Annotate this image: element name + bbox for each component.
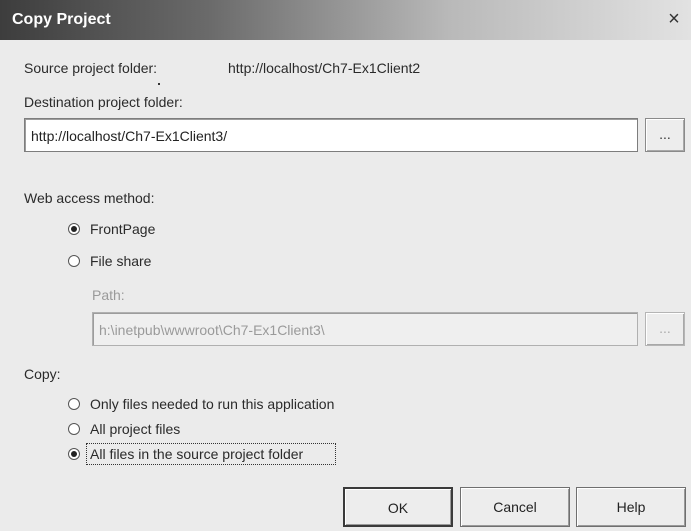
destination-folder-input[interactable]: http://localhost/Ch7-Ex1Client3/ — [24, 118, 638, 152]
file-share-radio[interactable] — [68, 255, 80, 267]
radio-selected-dot — [71, 226, 77, 232]
all-project-files-label[interactable]: All project files — [90, 421, 180, 437]
path-browse-button[interactable]: ... — [645, 312, 685, 346]
all-source-files-radio[interactable] — [68, 448, 80, 460]
path-input[interactable]: h:\inetpub\wwwroot\Ch7-Ex1Client3\ — [92, 312, 638, 346]
web-access-label: Web access method: — [24, 190, 155, 206]
only-needed-files-radio[interactable] — [68, 398, 80, 410]
cancel-button[interactable]: Cancel — [460, 487, 570, 527]
source-folder-value: http://localhost/Ch7-Ex1Client2 — [228, 60, 421, 76]
copy-project-dialog: Copy Project × Source project folder: ht… — [0, 0, 691, 531]
frontpage-radio[interactable] — [68, 223, 80, 235]
copy-label: Copy: — [24, 366, 61, 382]
destination-browse-button[interactable]: ... — [645, 118, 685, 152]
only-needed-files-label[interactable]: Only files needed to run this applicatio… — [90, 396, 334, 412]
dialog-title: Copy Project — [12, 11, 111, 28]
all-source-files-label[interactable]: All files in the source project folder — [90, 446, 303, 462]
destination-folder-label: Destination project folder: — [24, 94, 183, 110]
title-bar: Copy Project × — [0, 0, 691, 40]
close-icon[interactable]: × — [663, 8, 685, 30]
file-share-label[interactable]: File share — [90, 253, 151, 269]
frontpage-label[interactable]: FrontPage — [90, 221, 155, 237]
source-folder-label: Source project folder: — [24, 60, 158, 76]
help-button[interactable]: Help — [576, 487, 686, 527]
ok-button[interactable]: OK — [343, 487, 453, 527]
radio-selected-dot — [71, 451, 77, 457]
path-label: Path: — [92, 287, 125, 303]
cursor-mark — [158, 83, 160, 85]
all-project-files-radio[interactable] — [68, 423, 80, 435]
